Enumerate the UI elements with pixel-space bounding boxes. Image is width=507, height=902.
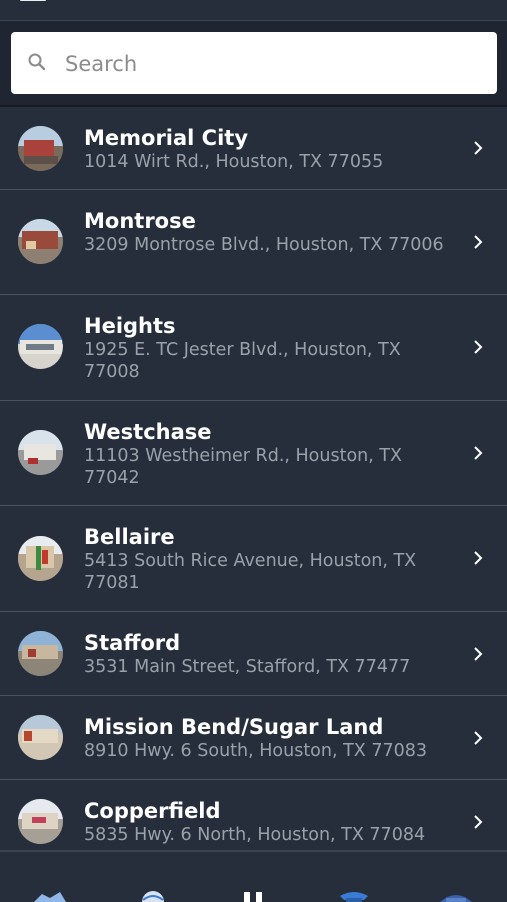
location-list: Memorial City 1014 Wirt Rd., Houston, TX… <box>0 107 507 854</box>
bottom-tab-bar <box>0 850 507 902</box>
location-row-heights[interactable]: Heights 1925 E. TC Jester Blvd., Houston… <box>0 295 507 401</box>
search-bar <box>0 21 507 107</box>
location-photo <box>18 126 63 171</box>
location-photo <box>18 799 63 844</box>
location-address: 5835 Hwy. 6 North, Houston, TX 77084 <box>84 825 426 845</box>
location-row-montrose[interactable]: Montrose 3209 Montrose Blvd., Houston, T… <box>0 190 507 295</box>
chevron-right-icon <box>474 235 483 249</box>
location-address: 3531 Main Street, Stafford, TX 77477 <box>84 657 411 677</box>
search-input[interactable] <box>63 43 487 85</box>
location-photo <box>18 715 63 760</box>
chevron-right-icon <box>474 551 483 565</box>
search-box[interactable] <box>11 32 497 94</box>
location-address: 1014 Wirt Rd., Houston, TX 77055 <box>84 152 384 172</box>
location-photo <box>18 219 63 264</box>
chevron-right-icon <box>474 446 483 460</box>
chevron-right-icon <box>474 141 483 155</box>
location-row-memorial-city[interactable]: Memorial City 1014 Wirt Rd., Houston, TX… <box>0 107 507 190</box>
location-name: Montrose <box>84 209 196 233</box>
location-address: 11103 Westheimer Rd., Houston, TX 77042 <box>84 446 403 488</box>
location-name: Memorial City <box>84 126 249 150</box>
location-row-westchase[interactable]: Westchase 11103 Westheimer Rd., Houston,… <box>0 401 507 506</box>
location-photo <box>18 536 63 581</box>
location-address: 3209 Montrose Blvd., Houston, TX 77006 <box>84 235 444 255</box>
chevron-right-icon <box>474 815 483 829</box>
location-photo <box>18 631 63 676</box>
location-name: Copperfield <box>84 799 221 823</box>
location-row-stafford[interactable]: Stafford 3531 Main Street, Stafford, TX … <box>0 612 507 696</box>
search-icon <box>27 52 47 72</box>
chevron-right-icon <box>474 731 483 745</box>
location-photo <box>18 430 63 475</box>
location-name: Heights <box>84 314 176 338</box>
location-name: Bellaire <box>84 525 175 549</box>
location-row-copperfield[interactable]: Copperfield 5835 Hwy. 6 North, Houston, … <box>0 780 507 854</box>
location-name: Westchase <box>84 420 212 444</box>
chevron-right-icon <box>474 340 483 354</box>
location-address: 1925 E. TC Jester Blvd., Houston, TX 770… <box>84 340 401 382</box>
location-row-mission-bend[interactable]: Mission Bend/Sugar Land 8910 Hwy. 6 Sout… <box>0 696 507 780</box>
top-bar <box>0 0 507 21</box>
location-row-bellaire[interactable]: Bellaire 5413 South Rice Avenue, Houston… <box>0 506 507 612</box>
location-name: Stafford <box>84 631 181 655</box>
location-address: 8910 Hwy. 6 South, Houston, TX 77083 <box>84 741 428 761</box>
location-name: Mission Bend/Sugar Land <box>84 715 384 739</box>
location-photo <box>18 324 63 369</box>
menu-icon[interactable] <box>20 0 46 3</box>
chevron-right-icon <box>474 647 483 661</box>
location-address: 5413 South Rice Avenue, Houston, TX 7708… <box>84 551 417 593</box>
